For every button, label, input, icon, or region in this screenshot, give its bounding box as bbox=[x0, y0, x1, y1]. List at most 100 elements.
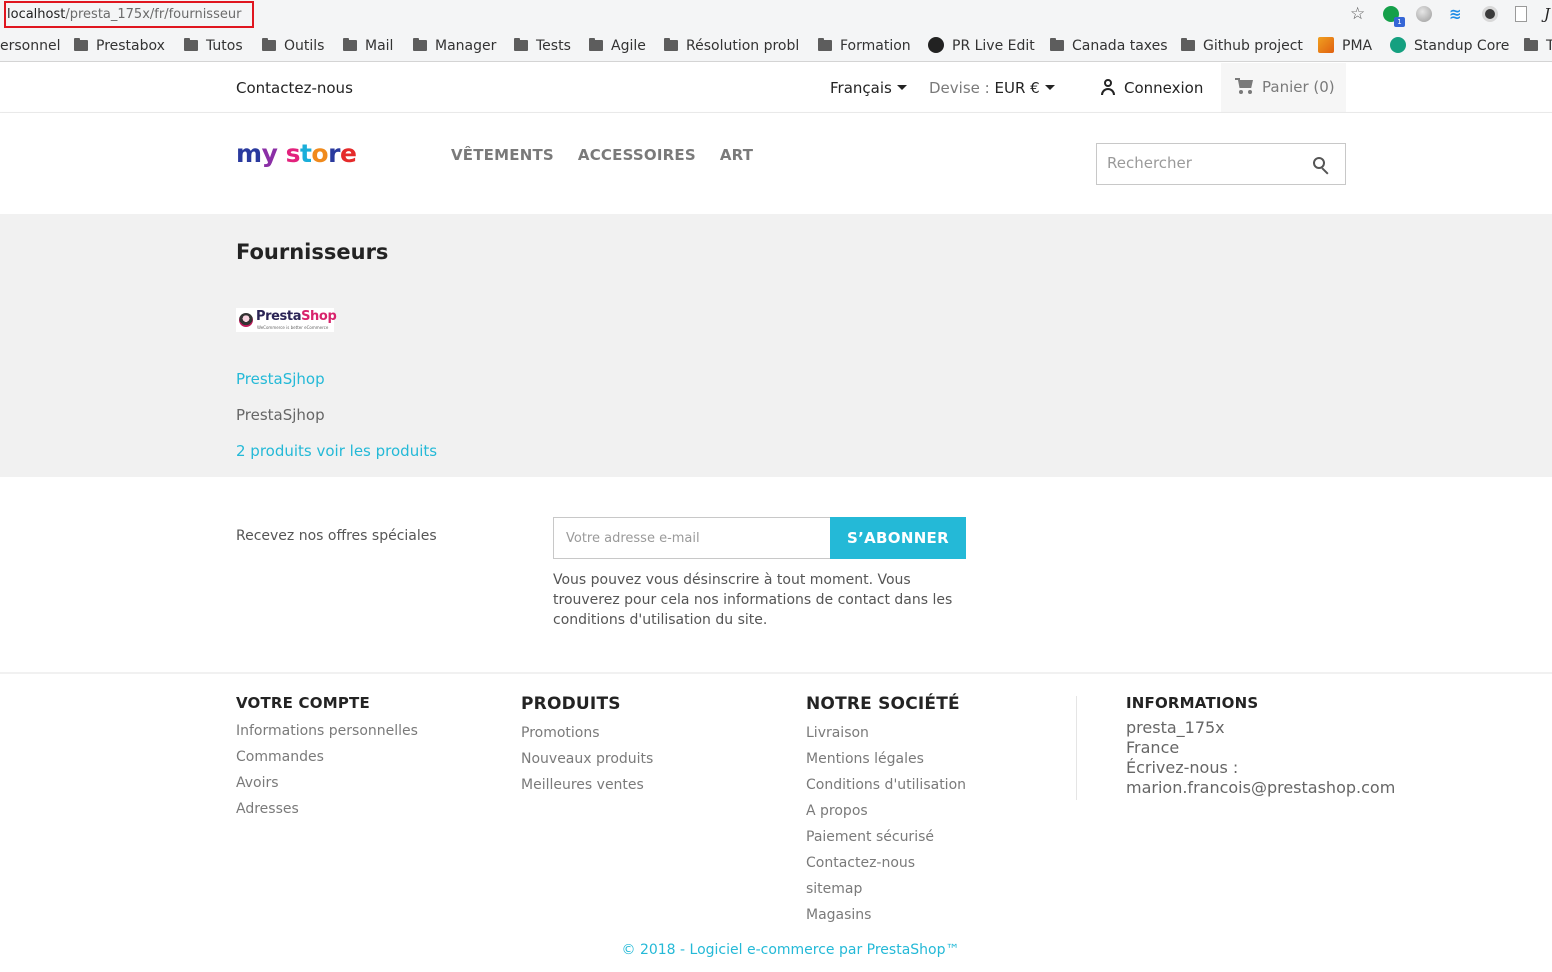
newsletter-email-input[interactable] bbox=[553, 517, 830, 559]
url-field[interactable]: localhost/presta_175x/fr/fournisseur bbox=[4, 1, 254, 28]
extension-prestashop-icon[interactable] bbox=[1482, 6, 1498, 22]
supplier-products-link[interactable]: 2 produits voir les produits bbox=[236, 442, 437, 460]
cart-button[interactable]: Panier (0) bbox=[1221, 63, 1346, 112]
bookmark-item[interactable]: Manager bbox=[413, 37, 496, 55]
currency-selector[interactable]: Devise : EUR € bbox=[929, 79, 1055, 97]
user-icon bbox=[1100, 79, 1116, 95]
bookmark-star-icon[interactable]: ☆ bbox=[1350, 6, 1366, 23]
github-icon bbox=[928, 37, 944, 53]
logo-letter: o bbox=[311, 139, 329, 168]
contact-link[interactable]: Contactez-nous bbox=[236, 79, 353, 97]
store-logo[interactable]: my store bbox=[236, 139, 357, 168]
bookmark-label: Tutos bbox=[206, 38, 243, 54]
bookmark-item[interactable]: T bbox=[1524, 37, 1552, 55]
bookmark-item[interactable]: Outils bbox=[262, 37, 324, 55]
bookmark-item[interactable]: Standup Core bbox=[1390, 37, 1509, 55]
footer-info-line: Écrivez-nous : bbox=[1126, 758, 1239, 777]
extension-document-icon[interactable] bbox=[1515, 6, 1527, 22]
store-footer: VOTRE COMPTE Informations personnelles Co… bbox=[0, 674, 1552, 972]
search-input[interactable] bbox=[1107, 144, 1307, 182]
store-header: my store VÊTEMENTS ACCESSOIRES ART bbox=[0, 113, 1552, 214]
extension-grey-icon[interactable] bbox=[1416, 6, 1432, 22]
bookmark-item[interactable]: Github project bbox=[1181, 37, 1303, 55]
subscribe-button[interactable]: S’ABONNER bbox=[830, 517, 966, 559]
bookmark-item[interactable]: Résolution probl bbox=[664, 37, 799, 55]
footer-link[interactable]: sitemap bbox=[806, 876, 966, 902]
footer-link[interactable]: Conditions d'utilisation bbox=[806, 772, 966, 798]
bookmark-item[interactable]: ersonnel bbox=[0, 37, 60, 55]
bookmark-item[interactable]: PR Live Edit bbox=[928, 37, 1035, 55]
language-selector[interactable]: Français bbox=[830, 79, 907, 97]
language-label: Français bbox=[830, 79, 892, 97]
footer-company-title: NOTRE SOCIÉTÉ bbox=[806, 694, 960, 714]
currency-value: EUR € bbox=[994, 79, 1040, 97]
bookmark-label: Résolution probl bbox=[686, 38, 800, 54]
footer-link[interactable]: Paiement sécurisé bbox=[806, 824, 966, 850]
footer-account-links: Informations personnelles Commandes Avoirs… bbox=[236, 718, 418, 822]
bookmark-item[interactable]: Agile bbox=[589, 37, 646, 55]
extension-j-icon[interactable]: J bbox=[1544, 6, 1552, 22]
main-menu: VÊTEMENTS ACCESSOIRES ART bbox=[451, 146, 777, 164]
bookmark-item[interactable]: PMA bbox=[1318, 37, 1372, 55]
footer-link[interactable]: Contactez-nous bbox=[806, 850, 966, 876]
footer-products-links: Promotions Nouveaux produits Meilleures ve… bbox=[521, 720, 653, 798]
footer-link[interactable]: Adresses bbox=[236, 796, 418, 822]
supplier-logo-text: PrestaShop bbox=[256, 309, 337, 324]
footer-link[interactable]: Promotions bbox=[521, 720, 653, 746]
newsletter-label: Recevez nos offres spéciales bbox=[236, 528, 437, 544]
footer-link[interactable]: Livraison bbox=[806, 720, 966, 746]
bookmark-item[interactable]: Mail bbox=[343, 37, 393, 55]
bookmark-label: T bbox=[1546, 38, 1552, 54]
copyright-link[interactable]: © 2018 - Logiciel e-commerce par PrestaS… bbox=[0, 942, 1552, 958]
folder-icon bbox=[514, 38, 528, 51]
footer-link[interactable]: Informations personnelles bbox=[236, 718, 418, 744]
footer-divider bbox=[1076, 696, 1077, 800]
extension-green-icon[interactable]: 1 bbox=[1383, 6, 1405, 27]
footer-link[interactable]: A propos bbox=[806, 798, 966, 824]
menu-item[interactable]: ART bbox=[720, 146, 753, 164]
footer-link[interactable]: Meilleures ventes bbox=[521, 772, 653, 798]
logo-letter: m bbox=[236, 139, 262, 168]
bookmark-item[interactable]: Canada taxes bbox=[1050, 37, 1168, 55]
supplier-name-link[interactable]: PrestaSjhop bbox=[236, 370, 325, 388]
bookmark-item[interactable]: Tests bbox=[514, 37, 571, 55]
logo-letter: s bbox=[285, 139, 301, 168]
bookmark-label: Github project bbox=[1203, 38, 1303, 54]
login-link[interactable]: Connexion bbox=[1100, 79, 1203, 97]
footer-link[interactable]: Avoirs bbox=[236, 770, 418, 796]
footer-link[interactable]: Mentions légales bbox=[806, 746, 966, 772]
folder-icon bbox=[664, 38, 678, 51]
bookmark-label: Canada taxes bbox=[1072, 38, 1168, 54]
footer-info-line[interactable]: marion.francois@prestashop.com bbox=[1126, 778, 1395, 798]
extension-badge: 1 bbox=[1394, 17, 1405, 27]
footer-link[interactable]: Commandes bbox=[236, 744, 418, 770]
bookmark-label: Standup Core bbox=[1414, 38, 1510, 54]
url-path: /presta_175x/fr/fournisseur bbox=[65, 7, 242, 22]
logo-letter: t bbox=[299, 139, 312, 168]
folder-icon bbox=[818, 38, 832, 51]
menu-item[interactable]: VÊTEMENTS bbox=[451, 146, 554, 164]
bookmark-label: Formation bbox=[840, 38, 911, 54]
bookmark-label: Mail bbox=[365, 38, 394, 54]
page-title: Fournisseurs bbox=[236, 240, 389, 264]
bookmarks-bar: ersonnel Prestabox Tutos Outils Mail Manager T… bbox=[0, 28, 1552, 62]
bookmark-item[interactable]: Formation bbox=[818, 37, 911, 55]
browser-extension-icons: ☆ 1 ≋ J bbox=[1333, 4, 1552, 27]
footer-info-line: France bbox=[1126, 738, 1180, 757]
bookmark-label: Tests bbox=[536, 38, 571, 54]
footer-link[interactable]: Nouveaux produits bbox=[521, 746, 653, 772]
extension-wave-icon[interactable]: ≋ bbox=[1449, 6, 1465, 22]
logo-letter bbox=[277, 139, 285, 168]
shopping-cart-icon bbox=[1235, 77, 1254, 95]
search-icon[interactable] bbox=[1313, 157, 1331, 175]
footer-link[interactable]: Magasins bbox=[806, 902, 966, 928]
cart-label: Panier (0) bbox=[1262, 78, 1335, 96]
supplier-logo[interactable]: PrestaShop WeCommerce is better eCommerc… bbox=[236, 308, 337, 332]
folder-icon bbox=[589, 38, 603, 51]
newsletter-note: Vous pouvez vous désinscrire à tout mome… bbox=[553, 572, 953, 628]
menu-item[interactable]: ACCESSOIRES bbox=[578, 146, 696, 164]
bookmark-item[interactable]: Tutos bbox=[184, 37, 243, 55]
bookmark-item[interactable]: Prestabox bbox=[74, 37, 165, 55]
footer-info-column: INFORMATIONS presta_175x France Écrivez-no… bbox=[1126, 694, 1395, 798]
logo-letter: y bbox=[261, 139, 278, 168]
